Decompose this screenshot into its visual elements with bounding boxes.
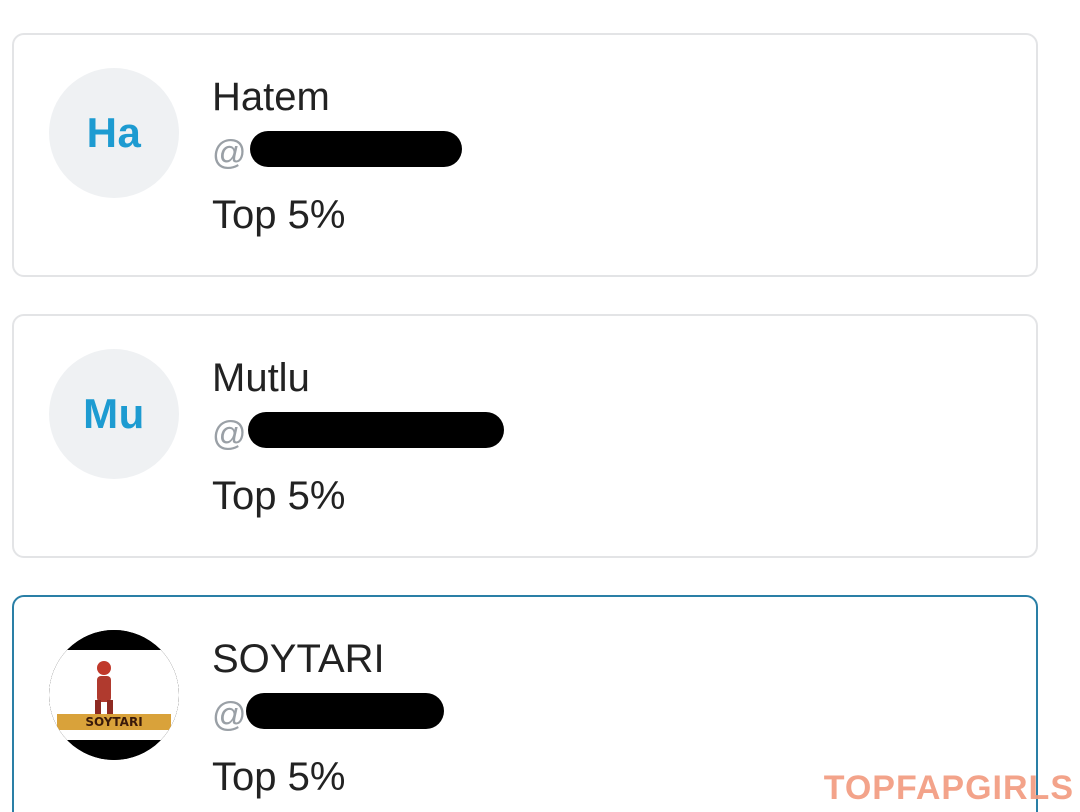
- creator-card[interactable]: Mu Mutlu @ Top 5%: [12, 314, 1038, 558]
- redaction-mark: [248, 412, 504, 448]
- redaction-mark: [250, 131, 462, 167]
- rank-label: Top 5%: [212, 755, 346, 799]
- avatar-initials: Mu: [83, 390, 145, 437]
- creator-list: Ha Hatem @ Top 5% Mu Mutlu @ Top 5% SOYT…: [0, 0, 1080, 812]
- rank-label: Top 5%: [212, 474, 346, 518]
- watermark: TOPFAPGIRLS: [823, 769, 1074, 807]
- creator-handle: @: [212, 410, 504, 458]
- redaction-mark: [246, 693, 444, 729]
- handle-prefix: @: [212, 415, 247, 453]
- avatar-initials: Ha: [86, 109, 142, 156]
- handle-prefix: @: [212, 696, 247, 734]
- avatar-image: SOYTARI: [49, 630, 179, 760]
- avatar: Mu: [49, 349, 179, 479]
- creator-card[interactable]: Ha Hatem @ Top 5%: [12, 33, 1038, 277]
- creator-name: Mutlu: [212, 356, 310, 400]
- handle-prefix: @: [212, 134, 247, 172]
- avatar: Ha: [49, 68, 179, 198]
- creator-name: Hatem: [212, 75, 330, 119]
- logo-text: SOYTARI: [85, 715, 142, 729]
- creator-handle: @: [212, 129, 462, 177]
- creator-name: SOYTARI: [212, 637, 385, 681]
- rank-label: Top 5%: [212, 193, 346, 237]
- soytari-logo: SOYTARI: [49, 630, 179, 760]
- creator-handle: @: [212, 691, 444, 739]
